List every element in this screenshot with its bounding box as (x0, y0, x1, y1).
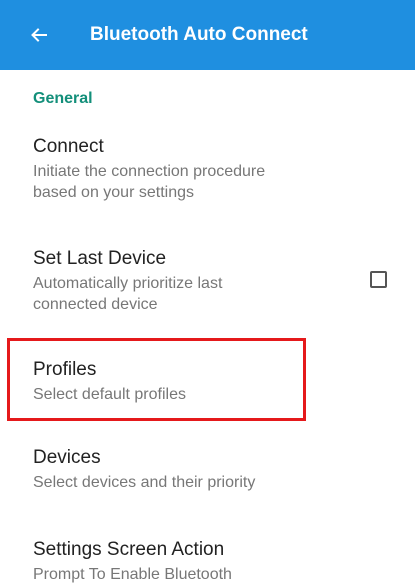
summary-line: based on your settings (33, 184, 194, 201)
pref-summary: Select devices and their priority (33, 474, 256, 491)
pref-summary: Initiate the connection procedure based … (33, 161, 363, 203)
set-last-device-checkbox[interactable] (370, 271, 387, 288)
pref-title: Set Last Device (33, 248, 167, 269)
pref-summary: Prompt To Enable Bluetooth (33, 566, 232, 583)
pref-connect[interactable]: Connect Initiate the connection procedur… (33, 135, 363, 203)
back-button[interactable] (24, 0, 54, 70)
arrow-left-icon (31, 27, 47, 43)
pref-settings-screen-action[interactable]: Settings Screen Action Prompt To Enable … (33, 538, 363, 585)
app-title: Bluetooth Auto Connect (90, 24, 308, 45)
app-bar: Bluetooth Auto Connect (0, 0, 415, 70)
pref-set-last-device[interactable]: Set Last Device Automatically prioritize… (33, 247, 363, 315)
summary-line: connected device (33, 296, 158, 313)
pref-profiles[interactable]: Profiles Select default profiles (33, 358, 363, 405)
pref-title: Profiles (33, 359, 97, 380)
section-header-general: General (33, 90, 93, 107)
summary-line: Automatically prioritize last (33, 275, 223, 292)
pref-devices[interactable]: Devices Select devices and their priorit… (33, 446, 363, 493)
pref-title: Settings Screen Action (33, 539, 225, 560)
summary-line: Initiate the connection procedure (33, 163, 266, 180)
pref-summary: Automatically prioritize last connected … (33, 273, 363, 315)
pref-title: Connect (33, 136, 104, 157)
pref-summary: Select default profiles (33, 386, 186, 403)
pref-title: Devices (33, 447, 101, 468)
